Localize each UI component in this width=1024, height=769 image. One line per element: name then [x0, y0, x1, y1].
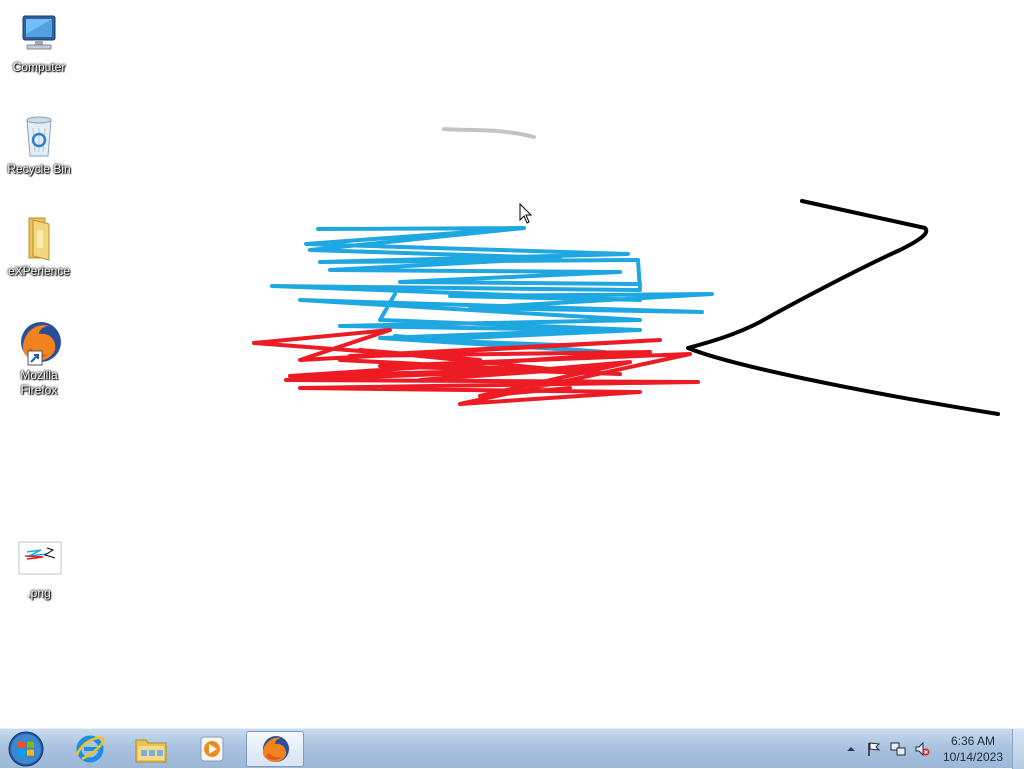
volume-muted-icon[interactable]: [914, 741, 930, 757]
show-desktop-button[interactable]: [1012, 729, 1024, 769]
firefox-icon: [21, 322, 61, 366]
desktop-icon-label: .png: [27, 586, 51, 600]
taskbar-clock[interactable]: 6:36 AM 10/14/2023: [938, 733, 1008, 765]
clock-date: 10/14/2023: [942, 750, 1004, 764]
taskbar-firefox[interactable]: [246, 731, 304, 767]
desktop-icon-experience[interactable]: eXPerience: [1, 214, 77, 279]
desktop-icon-label: eXPerience: [7, 264, 71, 278]
desktop-icon-label: Recycle Bin: [7, 162, 71, 176]
desktop-icon-mozilla-firefox[interactable]: Mozilla Firefox: [1, 318, 77, 398]
taskbar-internet-explorer[interactable]: [62, 731, 118, 767]
desktop[interactable]: Computer Recycle Bin eXPerience Mozilla …: [0, 0, 1024, 728]
desktop-icon-png[interactable]: .png: [1, 536, 77, 601]
drawing-canvas: [252, 127, 1000, 416]
show-hidden-icons-arrow[interactable]: [843, 741, 859, 757]
desktop-icon-label: Mozilla Firefox: [20, 368, 58, 397]
desktop-icon-recycle-bin[interactable]: Recycle Bin: [1, 112, 77, 177]
windows-explorer-icon: [135, 739, 167, 763]
mouse-cursor-icon: [519, 203, 533, 224]
start-button[interactable]: [6, 730, 46, 768]
folder-icon: [28, 217, 50, 261]
network-icon[interactable]: [890, 741, 906, 757]
computer-icon: [22, 15, 56, 50]
clock-time: 6:36 AM: [950, 734, 996, 748]
taskbar-windows-explorer[interactable]: [123, 731, 179, 767]
gray-stroke: [442, 127, 536, 139]
media-player-icon: [200, 736, 224, 762]
internet-explorer-icon: [75, 735, 105, 763]
taskbar: 6:36 AM 10/14/2023: [0, 728, 1024, 769]
recycle-bin-icon: [26, 116, 52, 157]
image-file-icon: [18, 541, 62, 575]
black-stroke: [686, 199, 1000, 416]
desktop-icon-computer[interactable]: Computer: [1, 10, 77, 75]
desktop-icon-label: Computer: [12, 60, 66, 74]
action-center-flag-icon[interactable]: [866, 741, 882, 757]
firefox-icon: [263, 736, 289, 763]
taskbar-media-player[interactable]: [184, 731, 240, 767]
